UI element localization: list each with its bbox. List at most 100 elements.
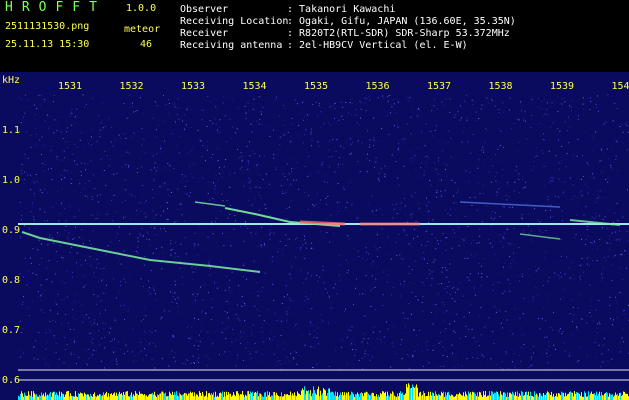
noise-speckle [525,321,526,323]
level-bar [312,393,313,400]
noise-speckle [116,363,118,365]
noise-speckle [317,115,318,117]
noise-speckle [254,197,256,199]
level-bar [438,393,439,400]
noise-speckle [172,296,174,298]
noise-speckle [626,231,628,233]
noise-speckle [154,234,156,236]
level-bar [284,394,285,400]
noise-speckle [161,148,163,150]
level-bar [351,391,352,400]
noise-speckle [220,210,222,212]
noise-speckle [351,343,352,345]
noise-speckle [372,260,374,262]
level-bar [206,391,207,400]
noise-speckle [332,139,334,140]
noise-speckle [447,286,449,288]
level-bar [373,393,374,400]
noise-speckle [23,296,25,297]
level-bar [283,396,284,400]
noise-speckle [47,244,49,246]
level-bar [24,392,25,400]
noise-speckle [295,179,297,181]
level-bar [407,387,408,400]
noise-speckle [522,176,524,178]
noise-speckle [509,97,511,99]
noise-speckle [561,276,563,278]
noise-speckle [513,353,515,355]
noise-speckle [135,217,137,219]
noise-speckle [290,184,292,186]
noise-speckle [523,344,525,346]
noise-speckle [97,217,99,219]
noise-speckle [207,236,209,238]
level-bar [97,395,98,400]
noise-speckle [181,174,183,176]
level-bar [436,394,437,400]
noise-speckle [371,210,373,212]
noise-speckle [364,315,366,317]
noise-speckle [615,158,617,160]
noise-speckle [518,179,520,180]
level-bar [34,393,35,400]
noise-speckle [196,255,198,256]
level-bar [131,392,132,400]
noise-speckle [568,355,570,357]
level-bar [94,392,95,400]
noise-speckle [557,111,559,112]
noise-speckle [239,339,241,341]
noise-speckle [391,342,393,344]
noise-speckle [295,256,297,258]
noise-speckle [527,225,529,227]
noise-speckle [446,310,448,312]
level-bar [230,393,231,400]
noise-speckle [334,103,336,105]
noise-speckle [260,244,262,246]
noise-speckle [398,184,400,186]
level-bar [590,393,591,400]
noise-speckle [246,278,247,280]
noise-speckle [414,229,415,230]
noise-speckle [334,171,336,173]
noise-speckle [198,334,200,336]
noise-speckle [85,362,87,364]
noise-speckle [185,124,187,126]
noise-speckle [275,365,277,367]
level-bar [317,389,318,400]
noise-speckle [549,294,551,296]
noise-speckle [397,149,399,151]
noise-speckle [397,126,399,128]
noise-speckle [316,337,318,339]
noise-speckle [387,100,389,102]
noise-speckle [134,196,136,197]
noise-speckle [202,109,204,111]
noise-speckle [417,299,419,301]
noise-speckle [20,98,22,100]
noise-speckle [404,318,406,319]
level-bar [76,396,77,400]
level-bar [259,393,260,400]
noise-speckle [313,336,315,338]
noise-speckle [33,219,35,221]
level-bar [427,395,428,400]
level-bar [363,396,364,400]
noise-speckle [492,165,494,167]
noise-speckle [400,283,401,285]
noise-speckle [424,203,426,204]
noise-speckle [269,238,271,240]
x-tick-label: 1534 [243,81,267,92]
noise-speckle [35,144,37,146]
noise-speckle [376,338,378,340]
noise-speckle [113,351,114,353]
noise-speckle [24,112,26,114]
noise-speckle [548,277,550,278]
noise-speckle [262,106,264,108]
noise-speckle [422,295,424,297]
noise-speckle [477,272,479,274]
noise-speckle [316,275,318,276]
level-bar [552,396,553,400]
noise-speckle [322,320,324,322]
noise-speckle [194,292,196,294]
level-bar [528,391,529,400]
noise-speckle [33,216,34,218]
